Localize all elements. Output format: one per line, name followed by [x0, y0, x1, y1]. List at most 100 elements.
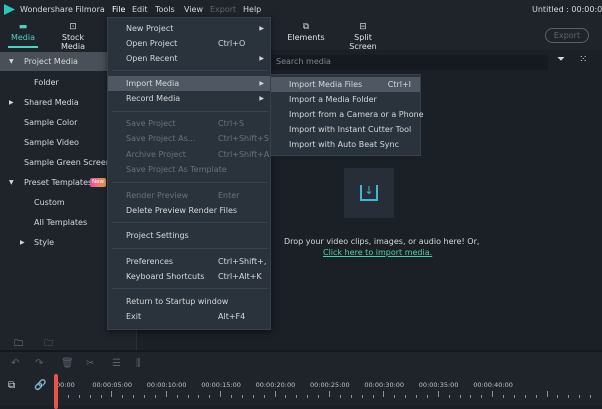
ruler-tick [329, 391, 330, 397]
filmora-logo-icon [4, 4, 15, 15]
project-status: Untitled : 00:00:00: [532, 5, 602, 14]
ruler-tick [492, 391, 494, 397]
elements-icon: ⧉ [302, 22, 310, 32]
menu-divider [112, 70, 268, 71]
ruler-tick [198, 395, 200, 398]
ruler-tick [470, 395, 472, 398]
audio-split-icon[interactable]: ⫼ [136, 358, 141, 369]
ruler-tick [133, 395, 135, 398]
undo-icon[interactable]: ↶ [11, 358, 19, 369]
ruler-tick [546, 391, 548, 397]
ruler-tick [318, 395, 320, 398]
app-title: Wondershare Filmora [20, 5, 105, 14]
tab-media[interactable]: ▬ Media [8, 20, 38, 48]
submenu-arrow-icon: ▶ [259, 55, 264, 62]
ruler-tick [100, 395, 102, 398]
menu-edit[interactable]: Edit [132, 5, 148, 14]
export-button[interactable]: Export [545, 28, 589, 43]
ruler-tick [307, 395, 309, 398]
menu-export[interactable]: Export [210, 5, 236, 14]
ruler-label: 00:00:20:00 [255, 381, 296, 389]
filter-icon[interactable]: ⏷ [557, 54, 565, 65]
ruler-tick [241, 395, 243, 398]
submenu-item-import-auto-beat-sync[interactable]: Import with Auto Beat Sync [271, 137, 420, 152]
import-media-box[interactable]: ↓ [344, 168, 394, 218]
menu-item-keyboard-shortcuts[interactable]: Keyboard Shortcuts Ctrl+Alt+K [108, 269, 270, 284]
ruler-tick [89, 395, 91, 398]
ruler-tick [557, 395, 559, 398]
menu-item-save-project[interactable]: Save Project Ctrl+S [108, 116, 270, 131]
submenu-item-import-instant-cutter[interactable]: Import with Instant Cutter Tool [271, 122, 420, 137]
playhead[interactable] [54, 374, 58, 409]
ruler-label: 00:00:30:00 [364, 381, 405, 389]
adjust-icon[interactable]: ☰ [112, 358, 121, 369]
ruler-tick [405, 395, 407, 398]
delete-icon[interactable]: 🗑 [61, 358, 74, 369]
menu-item-open-project[interactable]: Open Project Ctrl+O [108, 36, 270, 51]
add-track-icon[interactable]: ⧉ [8, 380, 15, 391]
ruler-tick [263, 395, 265, 398]
submenu-item-import-media-files[interactable]: Import Media Files Ctrl+I [271, 77, 420, 92]
timeline-ruler[interactable]: 00:00 00:00:05:00 00:00:10:00 00:00:15:00 00… [50, 372, 602, 407]
menu-divider [112, 111, 268, 112]
menu-tools[interactable]: Tools [155, 5, 175, 14]
link-icon[interactable]: 🔗 [34, 380, 46, 391]
menu-item-archive-project[interactable]: Archive Project Ctrl+Shift+A [108, 147, 270, 162]
menu-divider [112, 248, 268, 249]
ruler-tick [111, 391, 113, 397]
new-badge: New [90, 178, 106, 187]
menu-item-project-settings[interactable]: Project Settings [108, 228, 270, 243]
redo-icon[interactable]: ↷ [35, 358, 43, 369]
ruler-tick [416, 395, 418, 398]
menu-divider [112, 182, 268, 183]
ruler-label: 00:00:25:00 [310, 381, 350, 389]
import-download-icon: ↓ [360, 184, 378, 201]
folder-icon: ▬ [18, 22, 28, 32]
search-input[interactable]: Search media [276, 57, 331, 66]
menu-item-save-project-as[interactable]: Save Project As... Ctrl+Shift+S [108, 131, 270, 146]
drop-zone-text: Drop your video clips, images, or audio … [284, 237, 480, 246]
ruler-tick [437, 391, 439, 397]
menu-item-new-project[interactable]: New Project ▶ [108, 21, 270, 36]
ruler-tick [209, 395, 211, 398]
ruler-tick [122, 395, 124, 398]
tab-split-screen[interactable]: ⊟ Split Screen [340, 20, 386, 51]
menu-item-render-preview[interactable]: Render Preview Enter [108, 188, 270, 203]
grid-view-icon[interactable]: ⁙ [579, 54, 587, 65]
submenu-arrow-icon: ▶ [259, 95, 264, 102]
menu-item-return-to-startup[interactable]: Return to Startup window [108, 294, 270, 309]
menu-view[interactable]: View [184, 5, 203, 14]
tab-stock-media[interactable]: ⊡ Stock Media [50, 20, 96, 51]
submenu-arrow-icon: ▶ [259, 80, 264, 87]
menu-item-delete-preview-render-files[interactable]: Delete Preview Render Files [108, 203, 270, 218]
ruler-tick [165, 391, 167, 397]
submenu-item-import-media-folder[interactable]: Import a Media Folder [271, 92, 420, 107]
menu-divider [112, 288, 268, 289]
timeline-panel: ↶ ↷ 🗑 ✂ ☰ ⫼ ⧉ 🔗 00:00 00:00:05:00 00:00:10… [0, 350, 602, 409]
ruler-label: 00:00:05:00 [92, 381, 133, 389]
menu-item-import-media[interactable]: Import Media ▶ [108, 76, 270, 91]
menu-file[interactable]: File [112, 5, 125, 14]
ruler-tick [503, 395, 505, 398]
menu-item-save-as-template[interactable]: Save Project As Template [108, 162, 270, 177]
ruler-tick [154, 395, 156, 398]
caret-right-icon: ▶ [20, 239, 25, 246]
ruler-tick [231, 395, 233, 398]
menu-item-exit[interactable]: Exit Alt+F4 [108, 309, 270, 324]
ruler-tick [481, 395, 483, 398]
ruler-label: 00:00:15:00 [201, 381, 241, 389]
search-bar[interactable]: Search media [272, 55, 548, 70]
menu-help[interactable]: Help [243, 5, 261, 14]
menu-item-record-media[interactable]: Record Media ▶ [108, 91, 270, 106]
cut-icon[interactable]: ✂ [86, 358, 94, 369]
title-bar: Wondershare Filmora File Edit Tools View… [0, 0, 602, 20]
import-media-link[interactable]: Click here to import media. [323, 248, 432, 257]
submenu-item-import-from-camera[interactable]: Import from a Camera or a Phone [271, 107, 424, 122]
menu-item-preferences[interactable]: Preferences Ctrl+Shift+, [108, 254, 270, 269]
tab-elements[interactable]: ⧉ Elements [287, 20, 325, 50]
menu-item-open-recent[interactable]: Open Recent ▶ [108, 51, 270, 66]
caret-down-icon: ▼ [9, 58, 14, 65]
ruler-label: 00:00:40:00 [473, 381, 513, 389]
ruler-tick [361, 395, 363, 398]
caret-down-icon: ▼ [9, 179, 14, 186]
